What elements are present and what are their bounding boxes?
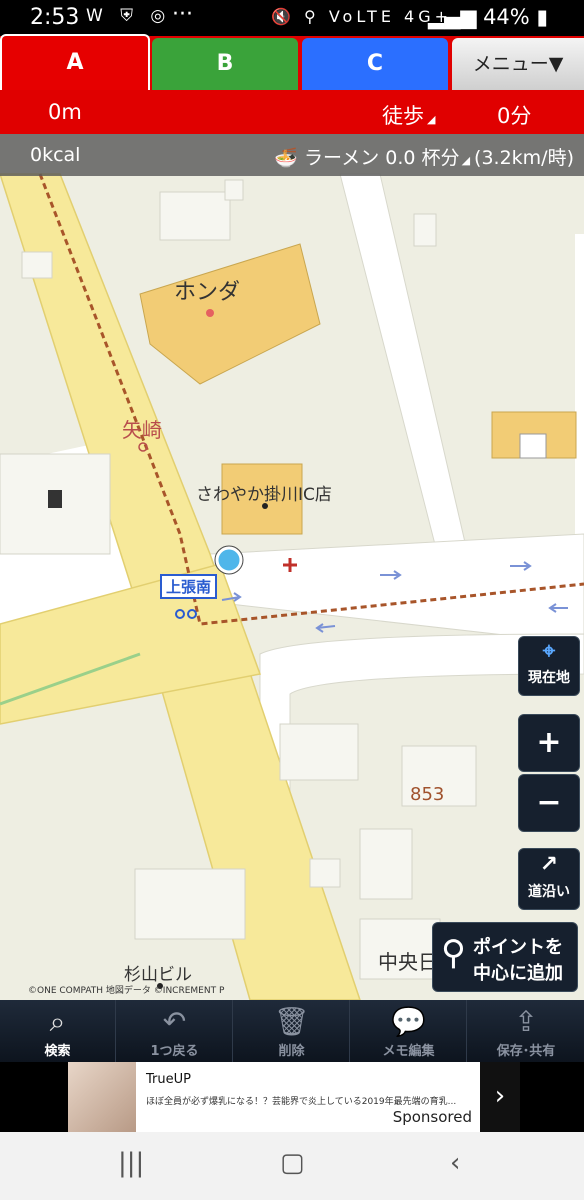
signal-icon: ▂▄▆ — [427, 5, 477, 29]
map-label-853: 853 — [410, 784, 445, 805]
add-point-center-button[interactable]: ⚲ ポイントを 中心に追加 — [432, 922, 578, 992]
map-copyright: ©ONE COMPATH 地図データ ©INCREMENT P — [28, 986, 225, 996]
ad-banner: TrueUP ほぼ全員が必ず爆乳になる！？芸能界で炎上している2019年最先端の… — [0, 1062, 584, 1132]
zoom-in-button[interactable]: + — [518, 714, 580, 772]
map-label-yazaki: 矢崎 — [122, 418, 162, 442]
tab-c[interactable]: C — [302, 38, 448, 90]
share-icon: ⇪ — [514, 1005, 538, 1038]
dropdown-triangle-icon: ◢ — [427, 113, 436, 126]
ad-thumbnail — [68, 1062, 136, 1132]
calorie-bar: 0kcal 🍜 ラーメン 0.0 杯分 ◢ (3.2km/時) — [0, 134, 584, 176]
search-icon: ⌕ — [49, 1005, 66, 1038]
ad-content[interactable]: TrueUP ほぼ全員が必ず爆乳になる！？芸能界で炎上している2019年最先端の… — [68, 1062, 480, 1132]
ad-chevron-right-icon[interactable]: › — [480, 1062, 520, 1132]
map-label-kamiharaminami: 上張南 — [160, 574, 218, 599]
current-location-button[interactable]: ⌖ 現在地 — [518, 636, 580, 696]
more-notifications-icon: ··· — [172, 2, 193, 27]
walking-speed: (3.2km/時) — [474, 147, 574, 169]
map-label-sawayaka: さわやか掛川IC店 — [196, 485, 332, 505]
map-pin-icon: ⚲ — [441, 933, 466, 973]
along-road-button[interactable]: ↗ 道沿い — [518, 848, 580, 910]
tab-b[interactable]: B — [152, 38, 298, 90]
ad-title: TrueUP — [146, 1072, 191, 1087]
zoom-out-button[interactable]: − — [518, 774, 580, 832]
speech-bubble-icon: 💬 — [391, 1005, 426, 1038]
map-label-sugiyama: 杉山ビル — [124, 965, 192, 985]
calorie-value: 0kcal — [30, 144, 81, 166]
tab-a[interactable]: A — [0, 34, 150, 90]
recent-apps-icon[interactable]: ||| — [118, 1148, 144, 1178]
map-view[interactable]: ホンダ 矢崎 さわやか掛川IC店 上張南 853 杉山ビル 中央日 — [0, 134, 584, 1000]
dropdown-triangle-icon: ◢ — [461, 154, 471, 167]
battery-icon: ▮ — [536, 5, 548, 29]
ad-text: ほぼ全員が必ず爆乳になる！？芸能界で炎上している2019年最先端の育乳... — [146, 1097, 457, 1107]
status-time: 2:53 — [30, 5, 80, 30]
status-bar: 2:53 W ⛨ ◎ ··· 🔇 ⚲ VoLTE 4G+ ▂▄▆ 44% ▮ — [0, 0, 584, 36]
ad-sponsored-label: Sponsored — [392, 1108, 472, 1126]
android-nav-bar: ||| ▢ ‹ — [0, 1132, 584, 1200]
undo-button[interactable]: ↶ 1つ戻る — [117, 1000, 233, 1062]
undo-icon: ↶ — [162, 1005, 187, 1038]
map-label-honda: ホンダ — [174, 280, 241, 305]
ramen-bowl-icon: 🍜 — [274, 147, 298, 169]
map-canvas — [0, 173, 584, 1000]
delete-button[interactable]: 🗑 削除 — [234, 1000, 350, 1062]
route-time: 0分 — [497, 104, 532, 128]
crosshair-icon: ⌖ — [542, 639, 556, 664]
notification-icons: W ⛨ ◎ — [86, 6, 172, 26]
system-status-icons: 🔇 ⚲ VoLTE 4G+ — [271, 7, 452, 26]
trend-arrow-icon: ↗ — [539, 852, 559, 877]
home-icon[interactable]: ▢ — [280, 1148, 305, 1178]
map-label-chuo: 中央日 — [378, 950, 438, 974]
battery-level: 44% — [483, 5, 530, 29]
ramen-selector[interactable]: 🍜 ラーメン 0.0 杯分 ◢ (3.2km/時) — [274, 143, 574, 170]
route-tabs: A B C メニュー▼ — [0, 34, 584, 90]
back-icon[interactable]: ‹ — [450, 1148, 460, 1178]
bottom-toolbar: ⌕ 検索 ↶ 1つ戻る 🗑 削除 💬 メモ編集 ⇪ 保存･共有 — [0, 1000, 584, 1062]
search-button[interactable]: ⌕ 検索 — [0, 1000, 116, 1062]
save-share-button[interactable]: ⇪ 保存･共有 — [468, 1000, 584, 1062]
route-distance: 0m — [48, 100, 82, 124]
menu-button[interactable]: メニュー▼ — [452, 38, 584, 90]
route-info-bar: 0m 徒歩 ◢ 0分 — [0, 90, 584, 134]
trash-icon: 🗑 — [273, 1005, 310, 1038]
travel-mode-selector[interactable]: 徒歩 ◢ — [382, 100, 435, 130]
memo-edit-button[interactable]: 💬 メモ編集 — [351, 1000, 467, 1062]
